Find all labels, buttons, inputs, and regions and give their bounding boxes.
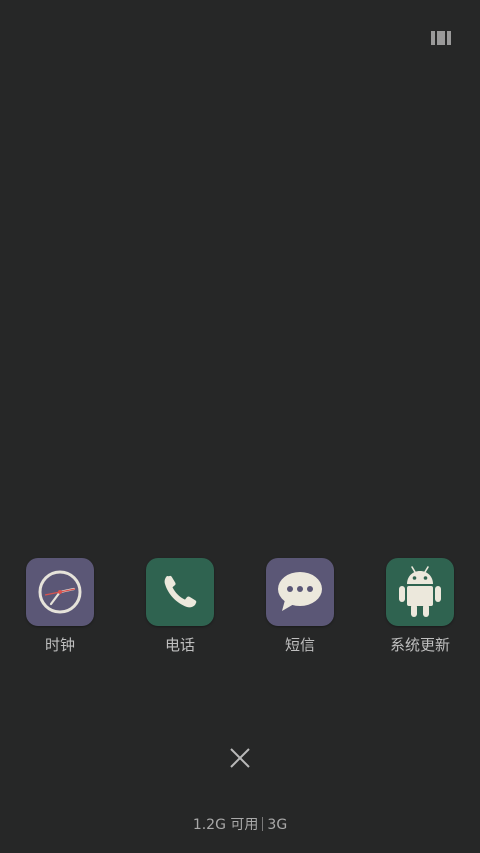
app-label: 时钟 <box>44 636 75 654</box>
memory-available: 1.2G 可用 <box>192 817 259 833</box>
recent-app-phone[interactable]: 电话 <box>130 558 230 654</box>
recent-app-system-update[interactable]: 系统更新 <box>370 558 470 654</box>
message-bubble-icon <box>278 572 322 611</box>
recents-list-icon <box>431 31 451 45</box>
clear-all-button[interactable] <box>224 742 256 774</box>
app-label: 系统更新 <box>389 636 450 654</box>
memory-status: 1.2G 可用 3G <box>0 815 480 835</box>
phone-app-icon[interactable] <box>146 558 214 626</box>
memory-separator <box>262 817 264 831</box>
android-icon <box>399 566 441 617</box>
clock-icon <box>38 570 82 614</box>
recent-apps-row: 时钟 电话 短信 系统更新 <box>0 558 480 668</box>
phone-icon <box>164 575 197 608</box>
app-label: 电话 <box>164 636 195 654</box>
system-update-app-icon[interactable] <box>386 558 454 626</box>
app-label: 短信 <box>284 636 315 654</box>
messages-app-icon[interactable] <box>266 558 334 626</box>
recent-app-messages[interactable]: 短信 <box>250 558 350 654</box>
close-icon <box>230 748 250 768</box>
recent-app-clock[interactable]: 时钟 <box>10 558 110 654</box>
clock-app-icon[interactable] <box>26 558 94 626</box>
memory-total: 3G <box>267 817 288 833</box>
recents-list-button[interactable] <box>428 28 454 48</box>
